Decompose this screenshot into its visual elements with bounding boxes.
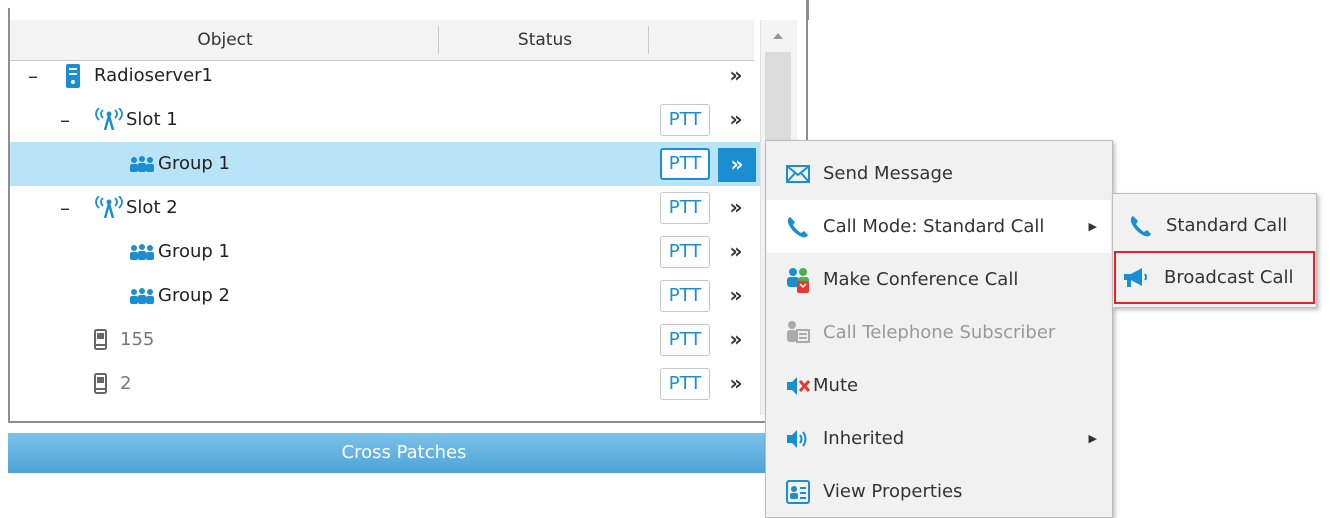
tree-item-label: Group 1	[158, 241, 230, 262]
conference-icon	[787, 268, 809, 293]
menu-item-make-conference-call[interactable]: Make Conference Call	[767, 253, 1111, 306]
ptt-button[interactable]: PTT	[660, 280, 710, 312]
actions-arrow-button[interactable]: »	[721, 104, 751, 136]
tree-item-label: Radioserver1	[94, 65, 214, 86]
menu-item-label: Call Telephone Subscriber	[823, 322, 1056, 343]
menu-item-label: Send Message	[823, 163, 953, 184]
actions-arrow-button[interactable]: »	[721, 324, 751, 356]
group-icon	[130, 244, 154, 260]
actions-arrow-button[interactable]: »	[721, 192, 751, 224]
antenna-icon	[95, 196, 123, 218]
actions-arrow-button[interactable]: »	[721, 280, 751, 312]
ptt-button[interactable]: PTT	[660, 192, 710, 224]
tree-item-label: 2	[120, 373, 132, 394]
tree-item-label: Slot 2	[126, 197, 178, 218]
menu-item-send-message[interactable]: Send Message	[767, 147, 1111, 200]
menu-item-label: Standard Call	[1166, 215, 1288, 236]
ptt-button[interactable]: PTT	[660, 148, 710, 180]
actions-arrow-button[interactable]: »	[721, 236, 751, 268]
collapse-toggle[interactable]: –	[28, 54, 38, 98]
tree-row-group-1[interactable]: Group 1 PTT »	[10, 142, 760, 186]
call-mode-submenu: Standard Call Broadcast Call	[1112, 193, 1317, 308]
chevron-up-icon	[773, 33, 783, 39]
menu-item-label: Inherited	[823, 428, 905, 449]
menu-item-call-mode[interactable]: Call Mode: Standard Call ▶	[767, 200, 1111, 253]
antenna-icon	[95, 108, 123, 130]
tree-item-label: 155	[120, 329, 155, 350]
menu-item-label: View Properties	[823, 481, 963, 502]
menu-item-mute[interactable]: Mute	[767, 359, 1111, 412]
ptt-button[interactable]: PTT	[660, 104, 710, 136]
menu-item-label: Make Conference Call	[823, 269, 1019, 290]
envelope-icon	[786, 165, 810, 183]
ptt-button[interactable]: PTT	[660, 236, 710, 268]
telephone-subscriber-icon	[787, 321, 810, 343]
actions-arrow-button[interactable]: »	[718, 148, 756, 182]
submenu-arrow-icon: ▶	[1088, 220, 1097, 233]
scroll-up-button[interactable]	[760, 20, 796, 50]
submenu-item-broadcast-call[interactable]: Broadcast Call	[1114, 251, 1315, 304]
tree-row-radioserver[interactable]: – Radioserver1 »	[10, 54, 760, 98]
actions-arrow-button[interactable]: »	[721, 368, 751, 400]
speaker-icon	[787, 430, 807, 448]
context-menu: Send Message Call Mode: Standard Call ▶ …	[765, 140, 1113, 518]
cross-patches-tab[interactable]: Cross Patches	[8, 433, 800, 473]
menu-item-view-properties[interactable]: View Properties	[767, 465, 1111, 518]
panel-divider	[806, 0, 809, 20]
tree-row-slot-1[interactable]: – Slot 1 PTT »	[10, 98, 760, 142]
tree-item-label: Slot 1	[126, 109, 178, 130]
menu-item-label: Broadcast Call	[1164, 267, 1294, 288]
submenu-arrow-icon: ▶	[1088, 432, 1097, 445]
actions-arrow-button[interactable]: »	[721, 60, 751, 92]
menu-item-call-telephone-subscriber: Call Telephone Subscriber	[767, 306, 1111, 359]
ptt-button[interactable]: PTT	[660, 368, 710, 400]
group-icon	[130, 156, 154, 172]
tree-row-subscriber-155[interactable]: 155 PTT »	[10, 318, 760, 362]
submenu-item-standard-call[interactable]: Standard Call	[1114, 199, 1315, 252]
collapse-toggle[interactable]: –	[60, 98, 70, 142]
phone-icon	[787, 217, 808, 238]
phone-icon	[1130, 216, 1151, 237]
tree-row-subscriber-2[interactable]: 2 PTT »	[10, 362, 760, 406]
server-icon	[66, 64, 80, 88]
tree-item-label: Group 2	[158, 285, 230, 306]
tree-row-group-2[interactable]: Group 2 PTT »	[10, 274, 760, 318]
handset-icon	[94, 329, 107, 350]
mute-icon	[787, 377, 811, 395]
tree-row-group-1[interactable]: Group 1 PTT »	[10, 230, 760, 274]
tree-row-slot-2[interactable]: – Slot 2 PTT »	[10, 186, 760, 230]
collapse-toggle[interactable]: –	[60, 186, 70, 230]
tree-item-label: Group 1	[158, 153, 230, 174]
megaphone-icon	[1124, 268, 1147, 287]
menu-item-inherited[interactable]: Inherited ▶	[767, 412, 1111, 465]
menu-item-label: Mute	[813, 375, 859, 396]
menu-item-label: Call Mode: Standard Call	[823, 216, 1045, 237]
properties-icon	[786, 480, 810, 504]
ptt-button[interactable]: PTT	[660, 324, 710, 356]
handset-icon	[94, 373, 107, 394]
group-icon	[130, 288, 154, 304]
